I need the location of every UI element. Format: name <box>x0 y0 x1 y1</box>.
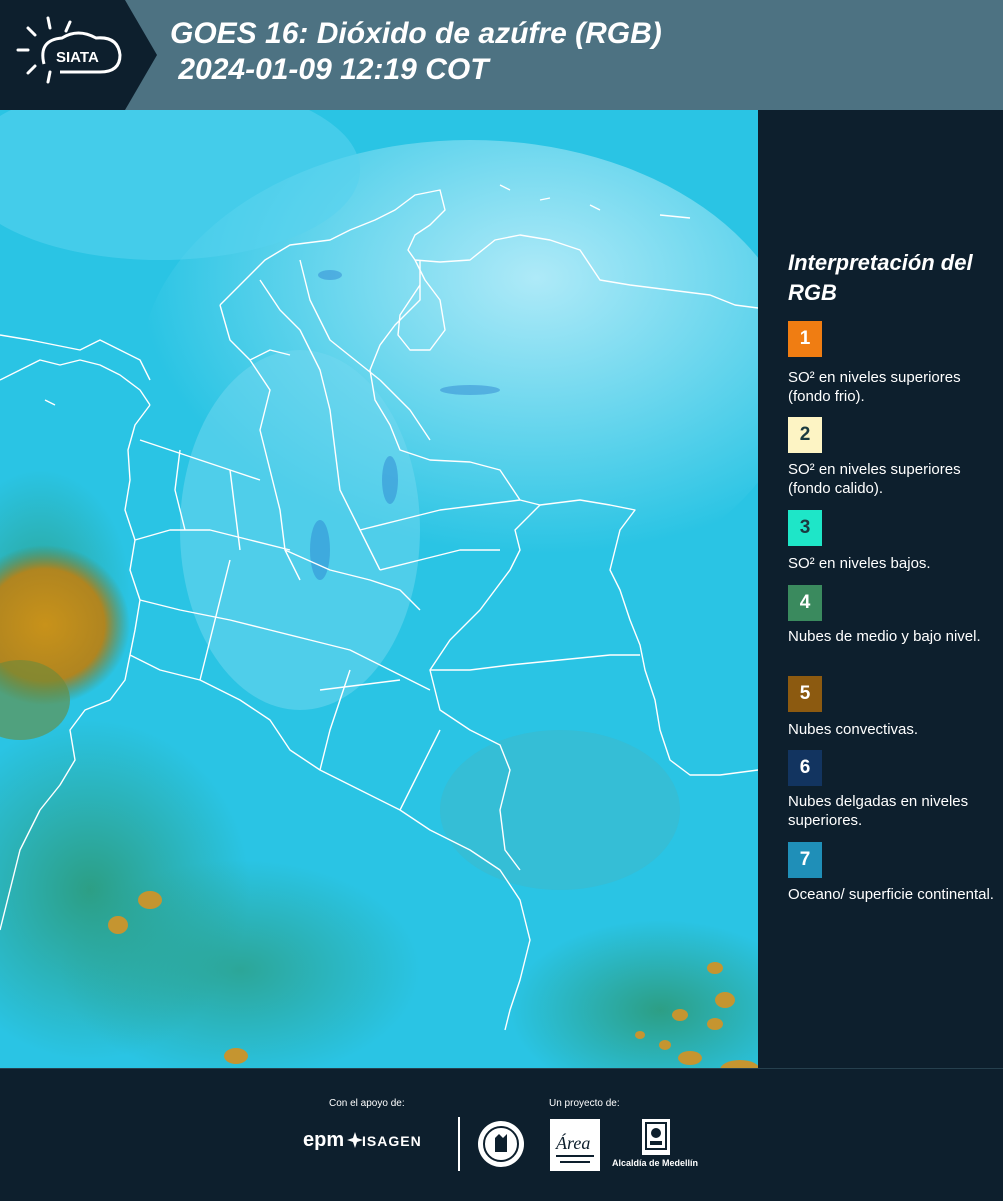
legend-swatch-6: 6 <box>788 750 822 786</box>
title-line-1: GOES 16: Dióxido de azúfre (RGB) <box>170 17 662 50</box>
support-label: Con el apoyo de: <box>329 1098 405 1109</box>
legend-label-6: Nubes delgadas en niveles superiores. <box>788 793 969 829</box>
legend-number: 5 <box>799 683 811 704</box>
legend-number: 1 <box>799 328 811 349</box>
title-line-2: 2024-01-09 12:19 COT <box>170 53 489 86</box>
page-title: GOES 16: Dióxido de azúfre (RGB) 2024-01… <box>170 16 662 88</box>
siata-logo: SIATA <box>0 0 157 110</box>
header-bar: SIATA GOES 16: Dióxido de azúfre (RGB) 2… <box>0 0 1003 110</box>
legend-number: 6 <box>799 757 811 778</box>
legend-number: 3 <box>799 517 811 538</box>
legend-swatch-7: 7 <box>788 842 822 878</box>
footer: Con el apoyo de: Un proyecto de: epm ISA… <box>0 1068 1003 1201</box>
legend-label-3: SO² en niveles bajos. <box>788 555 931 572</box>
isagen-logo: ISAGEN <box>362 1133 422 1149</box>
alcaldia-crest-icon <box>642 1119 670 1155</box>
legend-number: 7 <box>799 849 811 870</box>
legend-swatch-1: 1 <box>788 321 822 357</box>
legend-label-4: Nubes de medio y bajo nivel. <box>788 628 981 645</box>
area-text: Área <box>555 1132 590 1153</box>
area-metropolitana-logo: Área <box>550 1119 600 1171</box>
legend-swatch-3: 3 <box>788 510 822 546</box>
legend-label-2: SO² en niveles superiores (fondo calido)… <box>788 461 961 497</box>
legend-label-1: SO² en niveles superiores (fondo frio). <box>788 369 961 405</box>
legend-swatch-2: 2 <box>788 417 822 453</box>
satellite-map[interactable] <box>0 110 758 1070</box>
legend-swatch-4: 4 <box>788 585 822 621</box>
legend-number: 2 <box>799 424 811 445</box>
legend-label-5: Nubes convectivas. <box>788 721 919 738</box>
logo-text: SIATA <box>56 49 99 66</box>
footer-divider <box>458 1117 460 1171</box>
epm-logo: epm <box>303 1129 345 1151</box>
legend-title: Interpretación del RGB <box>788 250 973 305</box>
isagen-icon <box>347 1132 363 1148</box>
legend-panel: Interpretación del RGB 1 SO² en niveles … <box>760 110 1003 1068</box>
alcaldia-label: Alcaldía de Medellín <box>612 1158 699 1168</box>
legend-number: 4 <box>799 592 811 613</box>
logo-band: SIATA <box>0 0 157 110</box>
legend-label-7: Oceano/ superficie continental. <box>788 886 994 903</box>
legend-swatch-5: 5 <box>788 676 822 712</box>
seal-icon <box>478 1121 524 1167</box>
project-label: Un proyecto de: <box>549 1098 620 1109</box>
